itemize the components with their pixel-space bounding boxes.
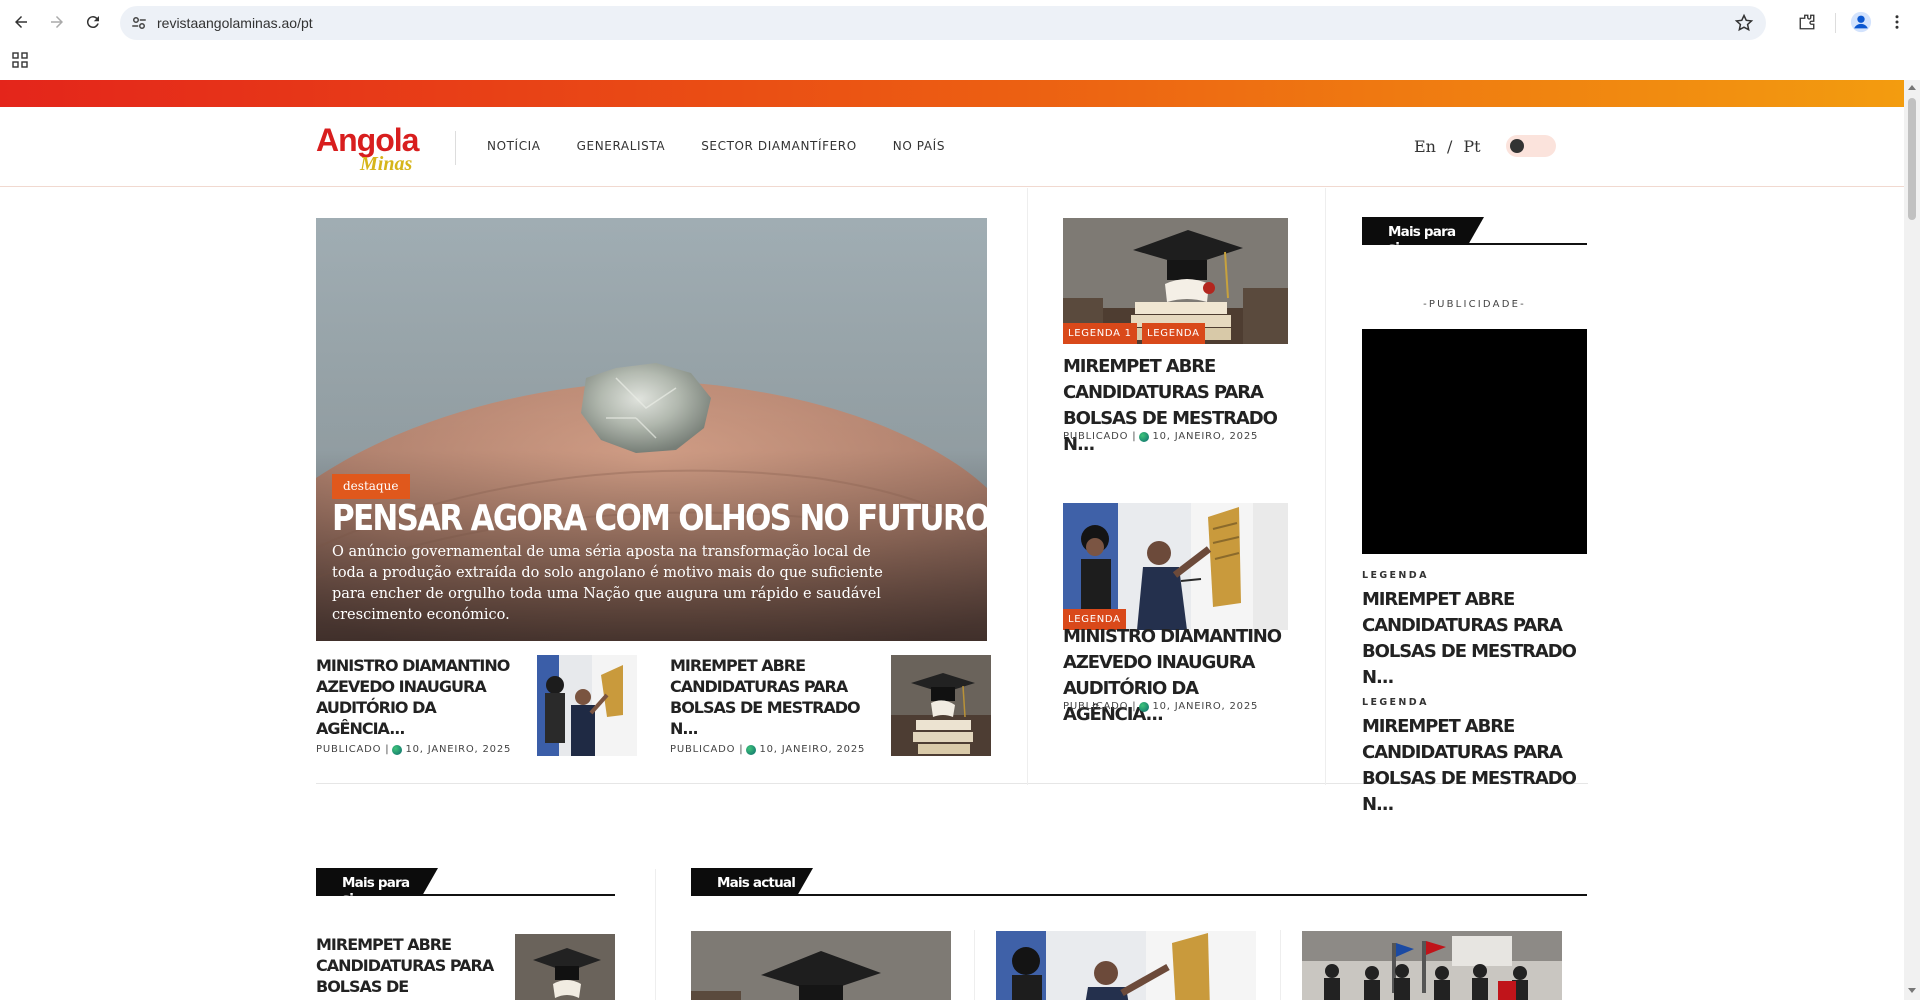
column-divider [1027, 188, 1028, 785]
top-gradient-bar [0, 80, 1904, 107]
meta-date: 10, JANEIRO, 2025 [1152, 701, 1259, 712]
forward-icon[interactable] [44, 9, 70, 35]
side-article-image[interactable]: LEGENDA [1063, 503, 1288, 630]
toolbar-divider [1835, 13, 1836, 33]
nav-item-noticia[interactable]: NOTÍCIA [487, 139, 541, 153]
back-icon[interactable] [8, 9, 34, 35]
meta-date: 10, JANEIRO, 2025 [405, 744, 512, 755]
meta-published-label: PUBLICADO | [670, 744, 744, 755]
side-article-title[interactable]: MIREMPET ABRE CANDIDATURAS PARA BOLSAS D… [1063, 354, 1291, 458]
heading-underline [691, 894, 1587, 896]
lang-en-link[interactable]: En [1414, 137, 1436, 156]
page-viewport: Angola Minas NOTÍCIA GENERALISTA SECTOR … [0, 80, 1904, 1000]
column-divider [655, 869, 656, 1000]
page-scrollbar[interactable] [1904, 80, 1920, 1000]
article-tag[interactable]: LEGENDA [1142, 323, 1205, 344]
mini-article-thumbnail[interactable] [537, 655, 637, 756]
sidebar-article[interactable]: LEGENDA MIREMPET ABRE CANDIDATURAS PARA … [1362, 697, 1587, 818]
bookmarks-bar [0, 46, 1920, 80]
site-info-icon[interactable] [130, 14, 148, 32]
sidebar-heading: Mais para si [1362, 217, 1587, 256]
section-heading-mais-para-si: Mais para si [316, 868, 615, 907]
sidebar-article-title[interactable]: MIREMPET ABRE CANDIDATURAS PARA BOLSAS D… [1362, 587, 1587, 691]
meta-date: 10, JANEIRO, 2025 [759, 744, 866, 755]
mini-article[interactable]: MIREMPET ABRE CANDIDATURAS PARA BOLSAS D… [670, 655, 1010, 765]
news-card-image[interactable] [691, 931, 951, 1000]
meta-published-label: PUBLICADO | [1063, 431, 1137, 442]
article-tag[interactable]: LEGENDA 1 [1063, 323, 1137, 344]
article-meta: PUBLICADO | 10, JANEIRO, 2025 [316, 744, 511, 755]
meta-published-label: PUBLICADO | [316, 744, 390, 755]
nav-item-no-pais[interactable]: NO PAÍS [893, 139, 945, 153]
address-bar[interactable]: revistaangolaminas.ao/pt [120, 6, 1766, 40]
reload-icon[interactable] [80, 9, 106, 35]
section-heading-label: Mais para si [316, 868, 422, 907]
globe-icon [1139, 701, 1150, 712]
sidebar-article-legend: LEGENDA [1362, 697, 1429, 708]
site-logo[interactable]: Angola Minas [316, 122, 426, 175]
meta-date: 10, JANEIRO, 2025 [1152, 431, 1259, 442]
news-card-image[interactable] [996, 931, 1256, 1000]
globe-icon [746, 744, 757, 755]
mini-article-thumbnail[interactable] [891, 655, 991, 756]
scroll-up-arrow-icon[interactable] [1908, 85, 1916, 90]
browser-toolbar: revistaangolaminas.ao/pt [0, 0, 1920, 46]
main-nav: NOTÍCIA GENERALISTA SECTOR DIAMANTÍFERO … [487, 139, 981, 153]
article-meta: PUBLICADO | 10, JANEIRO, 2025 [1063, 431, 1258, 442]
toggle-knob [1510, 139, 1524, 153]
language-switcher: En / Pt [1414, 137, 1481, 156]
extensions-icon[interactable] [1796, 11, 1818, 33]
scroll-down-arrow-icon[interactable] [1908, 988, 1916, 993]
apps-grid-icon[interactable] [12, 52, 28, 68]
meta-published-label: PUBLICADO | [1063, 701, 1137, 712]
side-article-title[interactable]: MINISTRO DIAMANTINO AZEVEDO INAUGURA AUD… [1063, 624, 1291, 728]
site-header: Angola Minas NOTÍCIA GENERALISTA SECTOR … [0, 107, 1904, 187]
hero-title[interactable]: Pensar agora com olhos no futuro [332, 498, 987, 539]
logo-sub-text: Minas [360, 153, 413, 175]
lang-pt-link[interactable]: Pt [1463, 137, 1480, 156]
globe-icon [1139, 431, 1150, 442]
globe-icon [392, 744, 403, 755]
mini-article[interactable]: MINISTRO DIAMANTINO AZEVEDO INAUGURA AUD… [316, 655, 656, 765]
heading-slant [422, 868, 438, 896]
news-card-image[interactable] [1302, 931, 1562, 1000]
sidebar-article-legend: LEGENDA [1362, 570, 1429, 581]
article-meta: PUBLICADO | 10, JANEIRO, 2025 [670, 744, 865, 755]
header-divider [455, 131, 456, 165]
kebab-menu-icon[interactable] [1886, 11, 1908, 33]
sidebar-article[interactable]: LEGENDA MIREMPET ABRE CANDIDATURAS PARA … [1362, 570, 1587, 691]
hero-article[interactable]: destaque Pensar agora com olhos no futur… [316, 218, 987, 641]
hero-badge[interactable]: destaque [332, 474, 411, 499]
section-heading-mais-actual: Mais actual [691, 868, 1587, 896]
url-text[interactable]: revistaangolaminas.ao/pt [157, 15, 313, 31]
mini-article-title[interactable]: MINISTRO DIAMANTINO AZEVEDO INAUGURA AUD… [316, 655, 516, 739]
mini-article-title[interactable]: MIREMPET ABRE CANDIDATURAS PARA BOLSAS D… [670, 655, 870, 739]
article-meta: PUBLICADO | 10, JANEIRO, 2025 [1063, 701, 1258, 712]
heading-slant [1468, 217, 1484, 245]
dark-mode-toggle[interactable] [1506, 135, 1556, 157]
ad-label: -PUBLICIDADE- [1423, 299, 1526, 310]
sidebar-article-title[interactable]: MIREMPET ABRE CANDIDATURAS PARA BOLSAS D… [1362, 714, 1587, 818]
nav-item-generalista[interactable]: GENERALISTA [577, 139, 666, 153]
lang-separator: / [1446, 137, 1453, 156]
list-item-title[interactable]: MIREMPET ABRE CANDIDATURAS PARA BOLSAS D… [316, 934, 506, 1000]
section-heading-label: Mais actual [691, 868, 797, 896]
nav-item-sector-diamantifero[interactable]: SECTOR DIAMANTÍFERO [701, 139, 857, 153]
sidebar-heading-label: Mais para si [1362, 217, 1468, 256]
list-item-thumbnail[interactable] [515, 934, 615, 1000]
column-divider [974, 930, 975, 1000]
side-article-image[interactable]: LEGENDA 1 LEGENDA [1063, 218, 1288, 344]
scroll-thumb[interactable] [1908, 98, 1916, 220]
hero-excerpt: O anúncio governamental de uma séria apo… [332, 544, 883, 623]
bookmark-star-icon[interactable] [1734, 13, 1754, 33]
profile-avatar-icon[interactable] [1850, 11, 1872, 33]
ad-banner[interactable] [1362, 329, 1587, 554]
column-divider [1280, 930, 1281, 1000]
column-divider [1325, 188, 1326, 785]
heading-slant [797, 868, 813, 896]
